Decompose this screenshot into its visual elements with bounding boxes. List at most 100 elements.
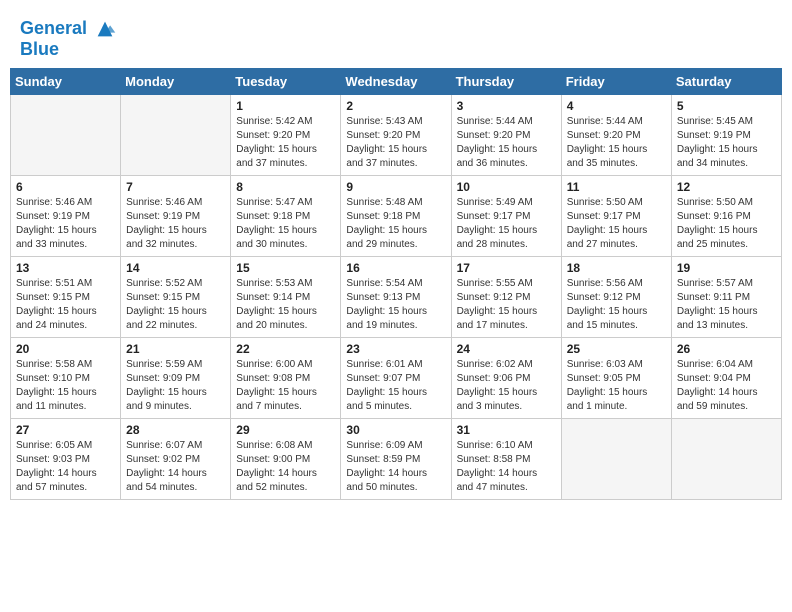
cell-content: Sunrise: 5:54 AM Sunset: 9:13 PM Dayligh…: [346, 277, 445, 333]
day-number: 10: [457, 180, 556, 194]
calendar-week-row: 1 Sunrise: 5:42 AM Sunset: 9:20 PM Daylig…: [11, 94, 782, 175]
calendar-cell: 14 Sunrise: 5:52 AM Sunset: 9:15 PM Dayli…: [121, 256, 231, 337]
calendar-cell: 19 Sunrise: 5:57 AM Sunset: 9:11 PM Dayli…: [671, 256, 781, 337]
calendar-cell: 10 Sunrise: 5:49 AM Sunset: 9:17 PM Dayli…: [451, 175, 561, 256]
day-number: 1: [236, 99, 335, 113]
cell-content: Sunrise: 6:03 AM Sunset: 9:05 PM Dayligh…: [567, 358, 666, 414]
calendar-cell: 5Sunrise: 5:45 AM Sunset: 9:19 PM Daylig…: [671, 94, 781, 175]
day-number: 13: [16, 261, 115, 275]
calendar-cell: 8 Sunrise: 5:47 AM Sunset: 9:18 PM Daylig…: [231, 175, 341, 256]
day-number: 12: [677, 180, 776, 194]
day-number: 11: [567, 180, 666, 194]
cell-content: Sunrise: 6:00 AM Sunset: 9:08 PM Dayligh…: [236, 358, 335, 414]
calendar-cell: 23 Sunrise: 6:01 AM Sunset: 9:07 PM Dayli…: [341, 337, 451, 418]
cell-content: Sunrise: 5:57 AM Sunset: 9:11 PM Dayligh…: [677, 277, 776, 333]
cell-content: Sunrise: 5:46 AM Sunset: 9:19 PM Dayligh…: [126, 196, 225, 252]
calendar-cell: 1 Sunrise: 5:42 AM Sunset: 9:20 PM Daylig…: [231, 94, 341, 175]
cell-content: Sunrise: 5:48 AM Sunset: 9:18 PM Dayligh…: [346, 196, 445, 252]
cell-content: Sunrise: 5:50 AM Sunset: 9:17 PM Dayligh…: [567, 196, 666, 252]
calendar-cell: 26 Sunrise: 6:04 AM Sunset: 9:04 PM Dayli…: [671, 337, 781, 418]
cell-content: Sunrise: 5:55 AM Sunset: 9:12 PM Dayligh…: [457, 277, 556, 333]
calendar-cell: 7 Sunrise: 5:46 AM Sunset: 9:19 PM Daylig…: [121, 175, 231, 256]
calendar-cell: 15 Sunrise: 5:53 AM Sunset: 9:14 PM Dayli…: [231, 256, 341, 337]
day-number: 21: [126, 342, 225, 356]
calendar-cell: 17 Sunrise: 5:55 AM Sunset: 9:12 PM Dayli…: [451, 256, 561, 337]
calendar-cell: 2Sunrise: 5:43 AM Sunset: 9:20 PM Daylig…: [341, 94, 451, 175]
day-number: 5: [677, 99, 776, 113]
day-number: 26: [677, 342, 776, 356]
day-number: 19: [677, 261, 776, 275]
calendar-cell: [121, 94, 231, 175]
weekday-header-thursday: Thursday: [451, 68, 561, 94]
calendar-cell: 3 Sunrise: 5:44 AM Sunset: 9:20 PM Daylig…: [451, 94, 561, 175]
cell-content: Sunrise: 6:09 AM Sunset: 8:59 PM Dayligh…: [346, 439, 445, 495]
day-number: 20: [16, 342, 115, 356]
cell-content: Sunrise: 5:44 AM Sunset: 9:20 PM Dayligh…: [567, 115, 666, 171]
day-number: 4: [567, 99, 666, 113]
cell-content: Sunrise: 5:52 AM Sunset: 9:15 PM Dayligh…: [126, 277, 225, 333]
weekday-header-saturday: Saturday: [671, 68, 781, 94]
cell-content: Sunrise: 6:08 AM Sunset: 9:00 PM Dayligh…: [236, 439, 335, 495]
calendar-cell: [671, 418, 781, 499]
weekday-header-friday: Friday: [561, 68, 671, 94]
logo: General Blue: [20, 18, 116, 60]
calendar-cell: [11, 94, 121, 175]
day-number: 3: [457, 99, 556, 113]
cell-content: Sunrise: 6:05 AM Sunset: 9:03 PM Dayligh…: [16, 439, 115, 495]
calendar-cell: 21 Sunrise: 5:59 AM Sunset: 9:09 PM Dayli…: [121, 337, 231, 418]
weekday-header-row: SundayMondayTuesdayWednesdayThursdayFrid…: [11, 68, 782, 94]
day-number: 8: [236, 180, 335, 194]
calendar-cell: 31Sunrise: 6:10 AM Sunset: 8:58 PM Dayli…: [451, 418, 561, 499]
day-number: 16: [346, 261, 445, 275]
calendar-cell: 30 Sunrise: 6:09 AM Sunset: 8:59 PM Dayli…: [341, 418, 451, 499]
calendar-cell: 24Sunrise: 6:02 AM Sunset: 9:06 PM Dayli…: [451, 337, 561, 418]
cell-content: Sunrise: 5:44 AM Sunset: 9:20 PM Dayligh…: [457, 115, 556, 171]
day-number: 25: [567, 342, 666, 356]
weekday-header-wednesday: Wednesday: [341, 68, 451, 94]
day-number: 18: [567, 261, 666, 275]
cell-content: Sunrise: 6:01 AM Sunset: 9:07 PM Dayligh…: [346, 358, 445, 414]
day-number: 28: [126, 423, 225, 437]
day-number: 15: [236, 261, 335, 275]
cell-content: Sunrise: 5:50 AM Sunset: 9:16 PM Dayligh…: [677, 196, 776, 252]
calendar-cell: 29 Sunrise: 6:08 AM Sunset: 9:00 PM Dayli…: [231, 418, 341, 499]
day-number: 9: [346, 180, 445, 194]
calendar-table: SundayMondayTuesdayWednesdayThursdayFrid…: [10, 68, 782, 500]
day-number: 14: [126, 261, 225, 275]
calendar-week-row: 27 Sunrise: 6:05 AM Sunset: 9:03 PM Dayli…: [11, 418, 782, 499]
day-number: 22: [236, 342, 335, 356]
calendar-cell: 16 Sunrise: 5:54 AM Sunset: 9:13 PM Dayli…: [341, 256, 451, 337]
weekday-header-tuesday: Tuesday: [231, 68, 341, 94]
calendar-cell: 20 Sunrise: 5:58 AM Sunset: 9:10 PM Dayli…: [11, 337, 121, 418]
cell-content: Sunrise: 5:49 AM Sunset: 9:17 PM Dayligh…: [457, 196, 556, 252]
day-number: 17: [457, 261, 556, 275]
cell-content: Sunrise: 6:10 AM Sunset: 8:58 PM Dayligh…: [457, 439, 556, 495]
day-number: 27: [16, 423, 115, 437]
calendar-cell: 6Sunrise: 5:46 AM Sunset: 9:19 PM Daylig…: [11, 175, 121, 256]
calendar-cell: 27 Sunrise: 6:05 AM Sunset: 9:03 PM Dayli…: [11, 418, 121, 499]
cell-content: Sunrise: 5:51 AM Sunset: 9:15 PM Dayligh…: [16, 277, 115, 333]
logo-text: General Blue: [20, 18, 116, 60]
calendar-cell: 12 Sunrise: 5:50 AM Sunset: 9:16 PM Dayli…: [671, 175, 781, 256]
cell-content: Sunrise: 6:02 AM Sunset: 9:06 PM Dayligh…: [457, 358, 556, 414]
day-number: 29: [236, 423, 335, 437]
cell-content: Sunrise: 5:58 AM Sunset: 9:10 PM Dayligh…: [16, 358, 115, 414]
calendar-cell: 13 Sunrise: 5:51 AM Sunset: 9:15 PM Dayli…: [11, 256, 121, 337]
calendar-cell: 11 Sunrise: 5:50 AM Sunset: 9:17 PM Dayli…: [561, 175, 671, 256]
calendar-cell: 28Sunrise: 6:07 AM Sunset: 9:02 PM Dayli…: [121, 418, 231, 499]
cell-content: Sunrise: 5:42 AM Sunset: 9:20 PM Dayligh…: [236, 115, 335, 171]
calendar-cell: 9 Sunrise: 5:48 AM Sunset: 9:18 PM Daylig…: [341, 175, 451, 256]
calendar-week-row: 20 Sunrise: 5:58 AM Sunset: 9:10 PM Dayli…: [11, 337, 782, 418]
day-number: 7: [126, 180, 225, 194]
day-number: 23: [346, 342, 445, 356]
cell-content: Sunrise: 6:04 AM Sunset: 9:04 PM Dayligh…: [677, 358, 776, 414]
day-number: 30: [346, 423, 445, 437]
page-header: General Blue: [10, 10, 782, 64]
cell-content: Sunrise: 5:47 AM Sunset: 9:18 PM Dayligh…: [236, 196, 335, 252]
weekday-header-monday: Monday: [121, 68, 231, 94]
day-number: 6: [16, 180, 115, 194]
cell-content: Sunrise: 5:53 AM Sunset: 9:14 PM Dayligh…: [236, 277, 335, 333]
cell-content: Sunrise: 5:43 AM Sunset: 9:20 PM Dayligh…: [346, 115, 445, 171]
cell-content: Sunrise: 5:59 AM Sunset: 9:09 PM Dayligh…: [126, 358, 225, 414]
calendar-cell: 22 Sunrise: 6:00 AM Sunset: 9:08 PM Dayli…: [231, 337, 341, 418]
